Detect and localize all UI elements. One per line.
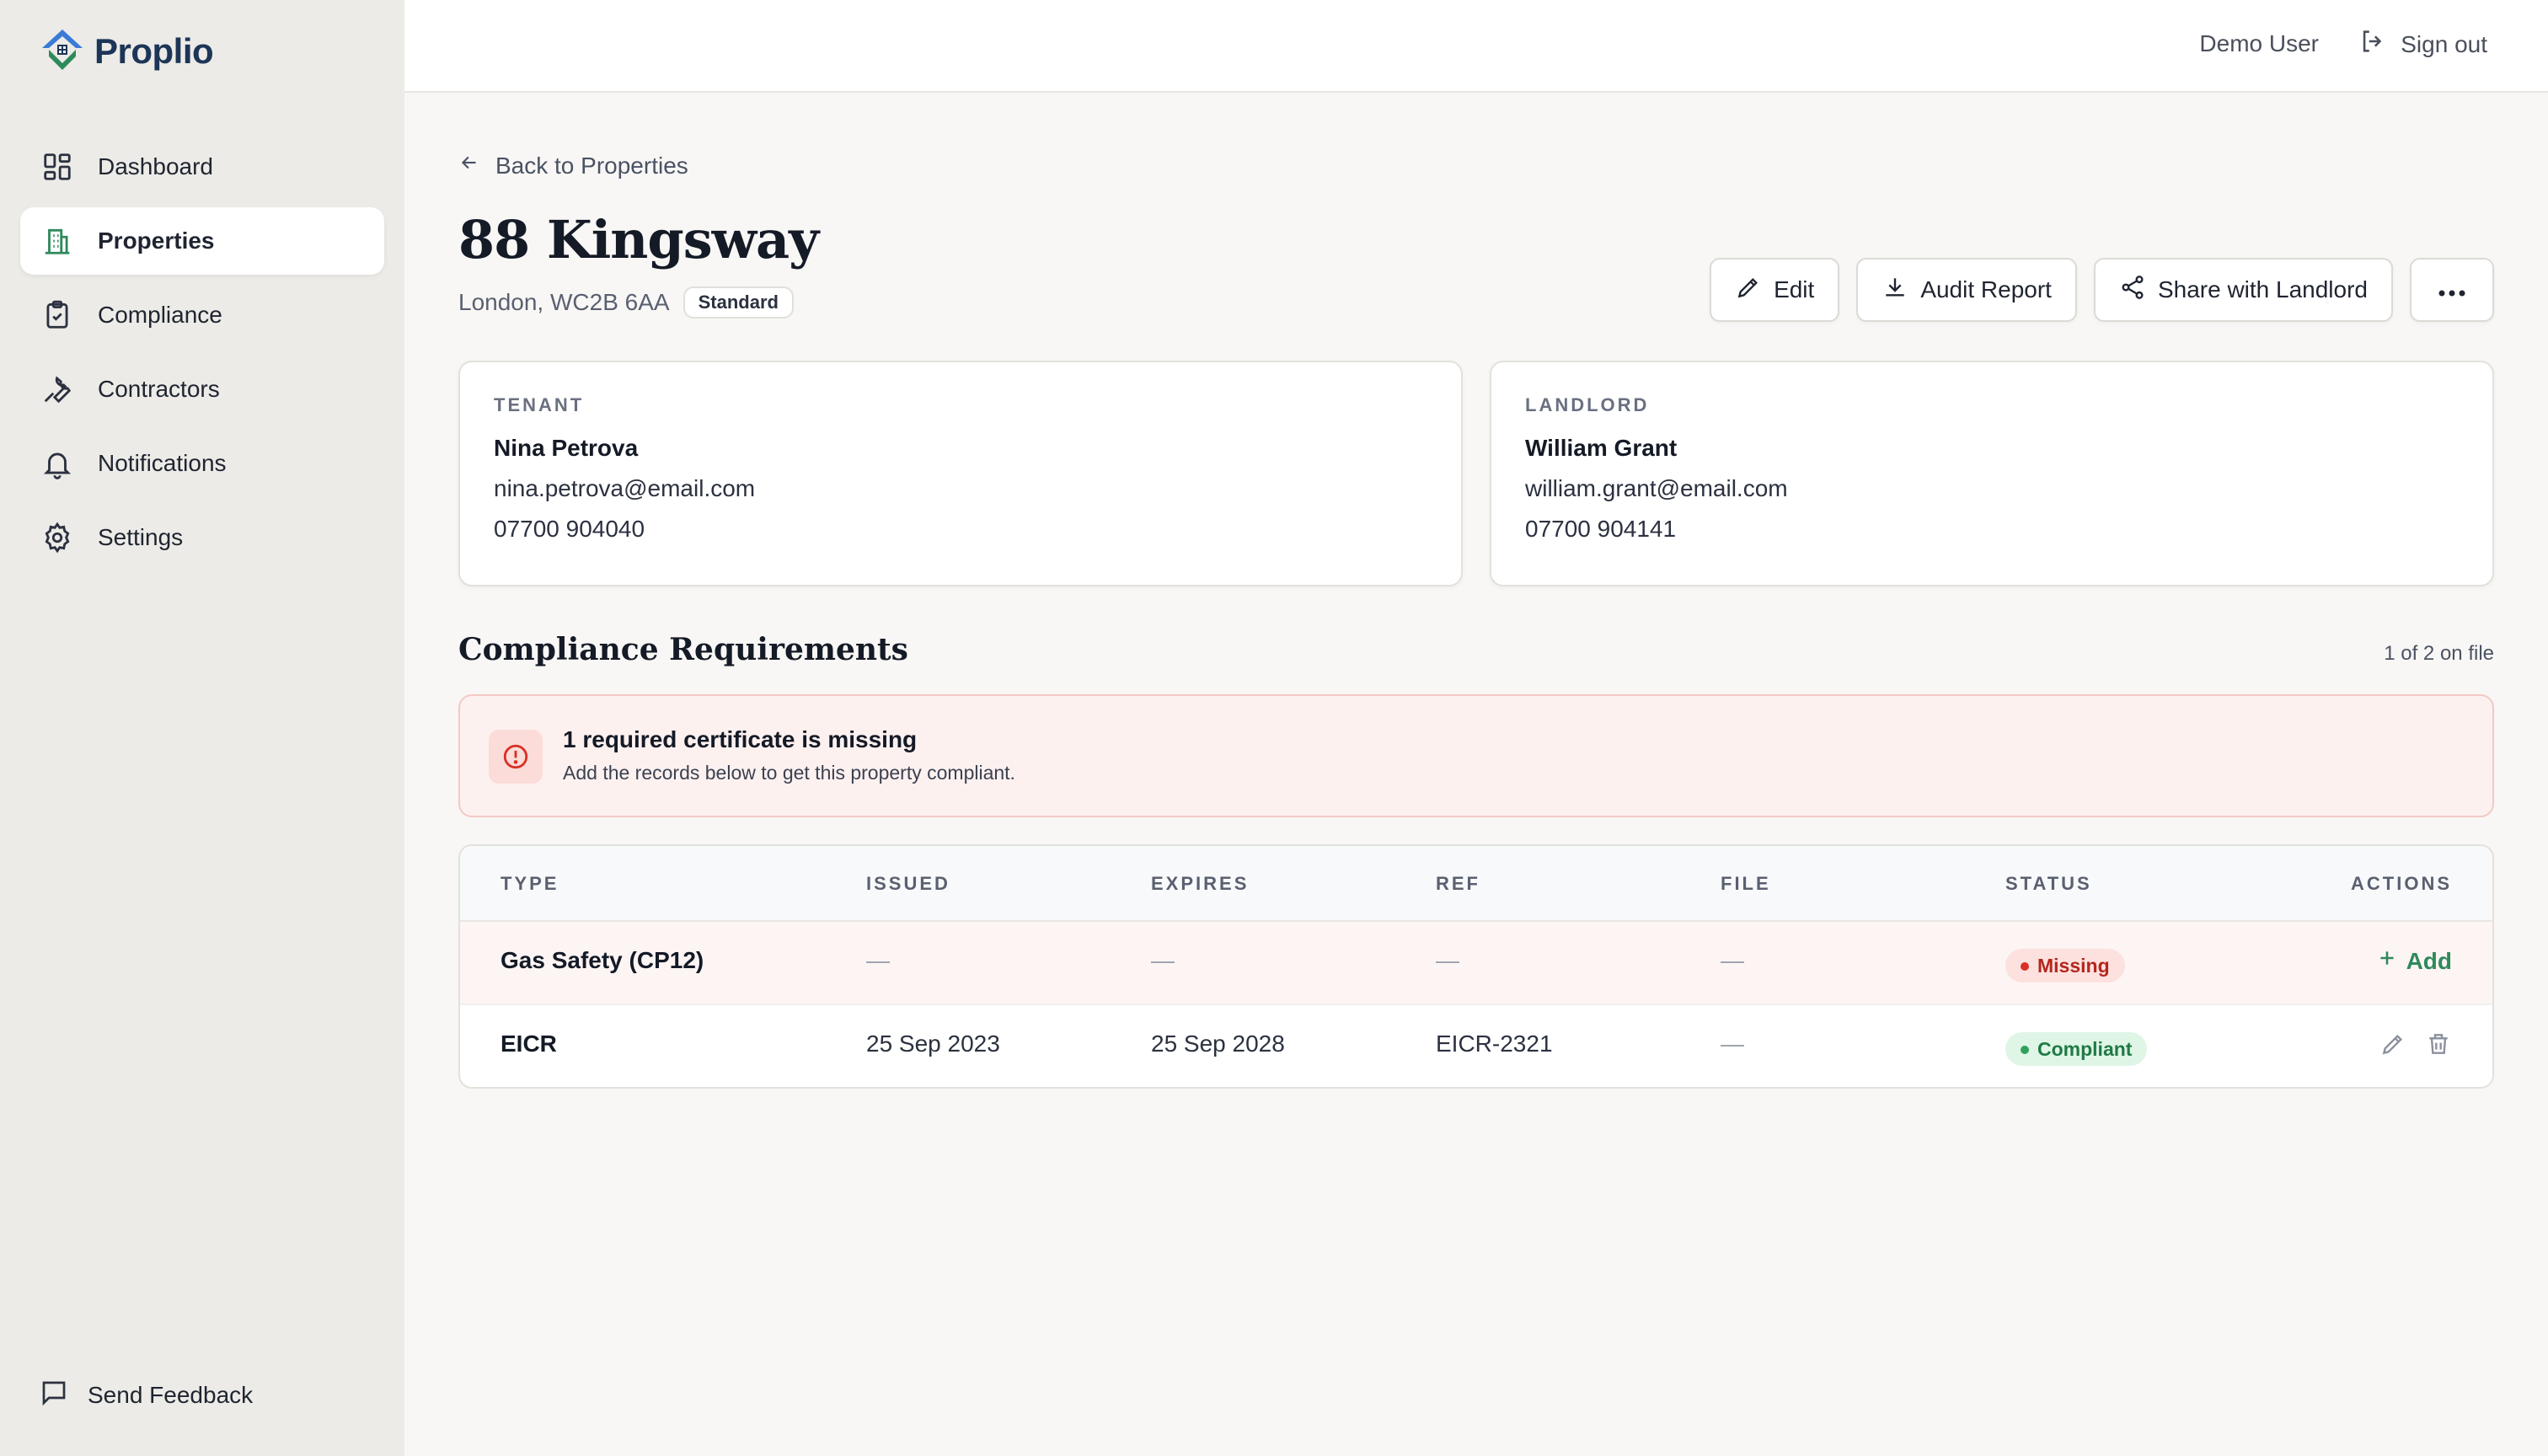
wrench-icon	[40, 372, 74, 406]
alert-heading: 1 required certificate is missing	[563, 726, 918, 752]
audit-report-button[interactable]: Audit Report	[1856, 258, 2077, 322]
tenant-card: TENANT Nina Petrova nina.petrova@email.c…	[458, 361, 1463, 586]
cell-expires: —	[1151, 947, 1175, 973]
send-feedback-button[interactable]: Send Feedback	[39, 1378, 253, 1412]
edit-button[interactable]: Edit	[1710, 258, 1840, 322]
sidebar-item-label: Properties	[98, 228, 215, 254]
share-icon	[2119, 274, 2146, 307]
add-record-button[interactable]: Add	[2376, 947, 2452, 975]
gear-icon	[40, 521, 74, 554]
app-name: Proplio	[94, 31, 214, 71]
dashboard-icon	[40, 150, 74, 184]
cell-expires: 25 Sep 2028	[1151, 1030, 1285, 1057]
table-row[interactable]: Gas Safety (CP12) — — — — Missing Add	[460, 922, 2492, 1005]
logo-icon	[39, 26, 86, 78]
sign-out-button[interactable]: Sign out	[2358, 27, 2487, 62]
cell-issued: 25 Sep 2023	[866, 1030, 1000, 1057]
bell-icon	[40, 447, 74, 480]
compliance-section-title: Compliance Requirements	[458, 632, 908, 667]
more-actions-button[interactable]	[2410, 258, 2494, 322]
topbar: Demo User Sign out	[404, 0, 2548, 93]
sidebar-item-properties[interactable]: Properties	[20, 207, 384, 275]
column-header-file[interactable]: FILE	[1721, 873, 1771, 895]
missing-certificate-alert: 1 required certificate is missing Add th…	[458, 694, 2494, 817]
table-header: TYPE ISSUED EXPIRES REF FILE STATUS ACTI…	[460, 846, 2492, 922]
status-badge: Compliant	[2005, 1032, 2148, 1066]
arrow-left-icon	[458, 152, 480, 179]
cell-type: EICR	[500, 1030, 557, 1057]
back-to-properties-link[interactable]: Back to Properties	[458, 152, 688, 179]
page-title: 88 Kingsway	[458, 209, 819, 270]
column-header-type[interactable]: TYPE	[500, 873, 559, 895]
alert-icon	[489, 730, 543, 784]
tenant-label: TENANT	[494, 394, 585, 415]
sidebar-item-contractors[interactable]: Contractors	[20, 356, 384, 423]
property-subtitle: London, WC2B 6AA Standard	[458, 286, 794, 318]
status-badge: Missing	[2005, 949, 2125, 982]
message-icon	[39, 1378, 69, 1414]
column-header-issued[interactable]: ISSUED	[866, 873, 950, 895]
add-label: Add	[2406, 947, 2452, 974]
sign-out-label: Sign out	[2401, 30, 2487, 57]
cell-issued: —	[866, 947, 890, 973]
building-icon	[40, 224, 74, 258]
trash-icon[interactable]	[2425, 1030, 2452, 1057]
sidebar-nav: Dashboard Properties Compliance Contract…	[20, 133, 384, 578]
cell-file: —	[1721, 1030, 1744, 1057]
landlord-phone: 07700 904141	[1525, 516, 1677, 542]
send-feedback-label: Send Feedback	[88, 1382, 254, 1408]
cell-type: Gas Safety (CP12)	[500, 947, 704, 973]
property-address: London, WC2B 6AA	[458, 289, 670, 315]
column-header-actions: ACTIONS	[2351, 873, 2452, 894]
sidebar-item-dashboard[interactable]: Dashboard	[20, 133, 384, 201]
sidebar-item-label: Compliance	[98, 302, 222, 328]
app-logo[interactable]: Proplio	[39, 25, 214, 78]
column-header-expires[interactable]: EXPIRES	[1151, 873, 1249, 895]
sidebar-item-settings[interactable]: Settings	[20, 504, 384, 571]
landlord-card: LANDLORD William Grant william.grant@ema…	[1490, 361, 2494, 586]
sidebar-item-compliance[interactable]: Compliance	[20, 281, 384, 349]
user-name[interactable]: Demo User	[2199, 30, 2319, 57]
column-header-ref[interactable]: REF	[1436, 873, 1480, 895]
property-tier-badge: Standard	[682, 286, 794, 318]
pencil-icon	[1735, 274, 1762, 307]
sidebar: Proplio Dashboard Properties Compliance …	[0, 0, 404, 1456]
logout-icon	[2358, 27, 2387, 62]
on-file-count: 1 of 2 on file	[2384, 642, 2494, 665]
page-actions: Edit Audit Report Share with Landlord	[1710, 258, 2494, 322]
alert-body: Add the records below to get this proper…	[563, 762, 1015, 784]
cell-ref: EICR-2321	[1436, 1030, 1553, 1057]
landlord-name: William Grant	[1525, 435, 1678, 461]
sidebar-item-label: Contractors	[98, 376, 220, 402]
tenant-email: nina.petrova@email.com	[494, 475, 756, 501]
share-label: Share with Landlord	[2157, 276, 2368, 302]
share-with-landlord-button[interactable]: Share with Landlord	[2093, 258, 2393, 322]
sidebar-item-label: Settings	[98, 524, 184, 550]
landlord-label: LANDLORD	[1525, 394, 1650, 415]
sidebar-item-label: Notifications	[98, 450, 227, 476]
table-row[interactable]: EICR 25 Sep 2023 25 Sep 2028 EICR-2321 —…	[460, 1005, 2492, 1087]
sidebar-item-notifications[interactable]: Notifications	[20, 430, 384, 497]
pencil-icon[interactable]	[2379, 1030, 2406, 1057]
sidebar-item-label: Dashboard	[98, 153, 213, 179]
column-header-status[interactable]: STATUS	[2005, 873, 2092, 895]
download-icon	[1882, 274, 1908, 307]
plus-icon	[2376, 947, 2398, 975]
tenant-phone: 07700 904040	[494, 516, 645, 542]
back-label: Back to Properties	[495, 152, 688, 179]
audit-report-label: Audit Report	[1920, 276, 2052, 302]
edit-label: Edit	[1774, 276, 1815, 302]
landlord-email: william.grant@email.com	[1525, 475, 1788, 501]
tenant-name: Nina Petrova	[494, 435, 639, 461]
cell-file: —	[1721, 947, 1744, 973]
cell-ref: —	[1436, 947, 1459, 973]
row-actions	[2379, 1030, 2452, 1057]
compliance-table: TYPE ISSUED EXPIRES REF FILE STATUS ACTI…	[458, 844, 2494, 1089]
clipboard-check-icon	[40, 298, 74, 332]
ellipsis-icon	[2438, 276, 2466, 303]
